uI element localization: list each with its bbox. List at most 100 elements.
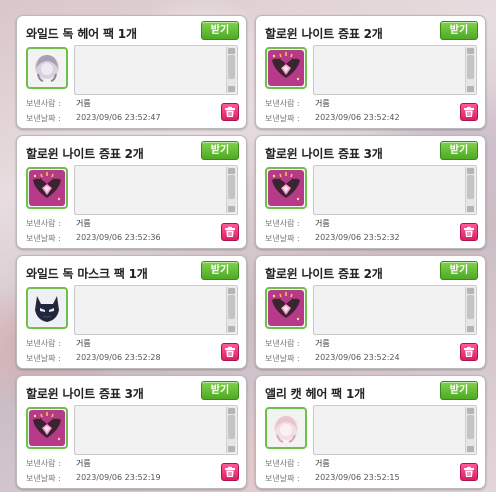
date-label: 보낸날짜 : [265, 354, 300, 363]
scroll-thumb[interactable] [228, 175, 235, 199]
receive-button[interactable]: 받기 [440, 141, 478, 160]
receive-button[interactable]: 받기 [440, 21, 478, 40]
gift-card: 할로윈 나이트 증표 3개 받기 보낸사람 : 거름 보낸날짜 : 2023/0… [255, 135, 486, 249]
receive-button[interactable]: 받기 [201, 141, 239, 160]
sent-date: 2023/09/06 23:52:19 [76, 473, 161, 482]
scroll-thumb[interactable] [467, 415, 474, 439]
scroll-up-arrow-icon[interactable] [228, 168, 235, 174]
gift-card: 와일드 독 헤어 팩 1개 받기 보낸사람 : 거름 보낸날짜 : 2023/0… [16, 15, 247, 129]
sent-date: 2023/09/06 23:52:15 [315, 473, 400, 482]
item-icon-frame [26, 287, 68, 329]
gift-card: 할로윈 나이트 증표 3개 받기 보낸사람 : 거름 보낸날짜 : 2023/0… [16, 375, 247, 489]
scroll-up-arrow-icon[interactable] [228, 288, 235, 294]
sender-name: 거름 [315, 99, 330, 108]
sender-label: 보낸사람 : [265, 219, 300, 228]
sender-label: 보낸사람 : [26, 219, 61, 228]
scroll-thumb[interactable] [467, 55, 474, 79]
item-title: 와일드 독 마스크 팩 1개 [26, 267, 148, 279]
scroll-thumb[interactable] [228, 295, 235, 319]
sender-name: 거름 [76, 219, 91, 228]
item-icon-frame [265, 47, 307, 89]
gift-card: 할로윈 나이트 증표 2개 받기 보낸사람 : 거름 보낸날짜 : 2023/0… [255, 15, 486, 129]
scroll-thumb[interactable] [467, 295, 474, 319]
message-box [313, 285, 477, 335]
sender-name: 거름 [315, 339, 330, 348]
scroll-down-arrow-icon[interactable] [467, 326, 474, 332]
delete-button[interactable] [221, 103, 239, 121]
sender-name: 거름 [76, 459, 91, 468]
scroll-down-arrow-icon[interactable] [467, 86, 474, 92]
date-label: 보낸날짜 : [26, 354, 61, 363]
scroll-up-arrow-icon[interactable] [467, 168, 474, 174]
sender-label: 보낸사람 : [265, 339, 300, 348]
receive-button[interactable]: 받기 [201, 261, 239, 280]
scrollbar[interactable] [465, 287, 475, 333]
scroll-down-arrow-icon[interactable] [467, 446, 474, 452]
item-title: 할로윈 나이트 증표 3개 [26, 387, 144, 399]
message-box [313, 45, 477, 95]
sender-name: 거름 [76, 99, 91, 108]
delete-button[interactable] [221, 343, 239, 361]
scroll-down-arrow-icon[interactable] [467, 206, 474, 212]
item-icon-frame [26, 47, 68, 89]
scroll-up-arrow-icon[interactable] [228, 408, 235, 414]
item-title: 할로윈 나이트 증표 2개 [265, 267, 383, 279]
scroll-up-arrow-icon[interactable] [467, 288, 474, 294]
message-box [74, 45, 238, 95]
sent-date: 2023/09/06 23:52:42 [315, 113, 400, 122]
receive-button[interactable]: 받기 [201, 21, 239, 40]
date-label: 보낸날짜 : [26, 234, 61, 243]
message-box [74, 285, 238, 335]
date-label: 보낸날짜 : [26, 474, 61, 483]
scrollbar[interactable] [226, 167, 236, 213]
scroll-down-arrow-icon[interactable] [228, 206, 235, 212]
scroll-thumb[interactable] [467, 175, 474, 199]
delete-button[interactable] [460, 343, 478, 361]
sender-name: 거름 [76, 339, 91, 348]
scroll-up-arrow-icon[interactable] [467, 48, 474, 54]
sender-label: 보낸사람 : [26, 339, 61, 348]
item-icon-frame [265, 287, 307, 329]
date-label: 보낸날짜 : [265, 234, 300, 243]
scrollbar[interactable] [465, 167, 475, 213]
date-label: 보낸날짜 : [265, 474, 300, 483]
date-label: 보낸날짜 : [26, 114, 61, 123]
receive-button[interactable]: 받기 [440, 381, 478, 400]
item-icon-frame [26, 407, 68, 449]
scroll-down-arrow-icon[interactable] [228, 446, 235, 452]
gift-card: 할로윈 나이트 증표 2개 받기 보낸사람 : 거름 보낸날짜 : 2023/0… [16, 135, 247, 249]
scroll-down-arrow-icon[interactable] [228, 326, 235, 332]
gift-card: 앨리 캣 헤어 팩 1개 받기 보낸사람 : 거름 보낸날짜 : 2023/09… [255, 375, 486, 489]
sender-label: 보낸사람 : [265, 459, 300, 468]
item-icon-frame [26, 167, 68, 209]
delete-button[interactable] [460, 223, 478, 241]
receive-button[interactable]: 받기 [201, 381, 239, 400]
scrollbar[interactable] [465, 47, 475, 93]
scrollbar[interactable] [226, 47, 236, 93]
item-icon-frame [265, 407, 307, 449]
message-box [313, 165, 477, 215]
date-label: 보낸날짜 : [265, 114, 300, 123]
item-title: 할로윈 나이트 증표 2개 [265, 27, 383, 39]
delete-button[interactable] [460, 463, 478, 481]
message-box [313, 405, 477, 455]
scrollbar[interactable] [226, 407, 236, 453]
scroll-up-arrow-icon[interactable] [228, 48, 235, 54]
delete-button[interactable] [460, 103, 478, 121]
sent-date: 2023/09/06 23:52:32 [315, 233, 400, 242]
sent-date: 2023/09/06 23:52:28 [76, 353, 161, 362]
scroll-down-arrow-icon[interactable] [228, 86, 235, 92]
scroll-up-arrow-icon[interactable] [467, 408, 474, 414]
sender-name: 거름 [315, 219, 330, 228]
receive-button[interactable]: 받기 [440, 261, 478, 280]
scroll-thumb[interactable] [228, 55, 235, 79]
sent-date: 2023/09/06 23:52:36 [76, 233, 161, 242]
gift-card: 할로윈 나이트 증표 2개 받기 보낸사람 : 거름 보낸날짜 : 2023/0… [255, 255, 486, 369]
delete-button[interactable] [221, 223, 239, 241]
sender-name: 거름 [315, 459, 330, 468]
sender-label: 보낸사람 : [26, 459, 61, 468]
scrollbar[interactable] [465, 407, 475, 453]
scrollbar[interactable] [226, 287, 236, 333]
scroll-thumb[interactable] [228, 415, 235, 439]
delete-button[interactable] [221, 463, 239, 481]
